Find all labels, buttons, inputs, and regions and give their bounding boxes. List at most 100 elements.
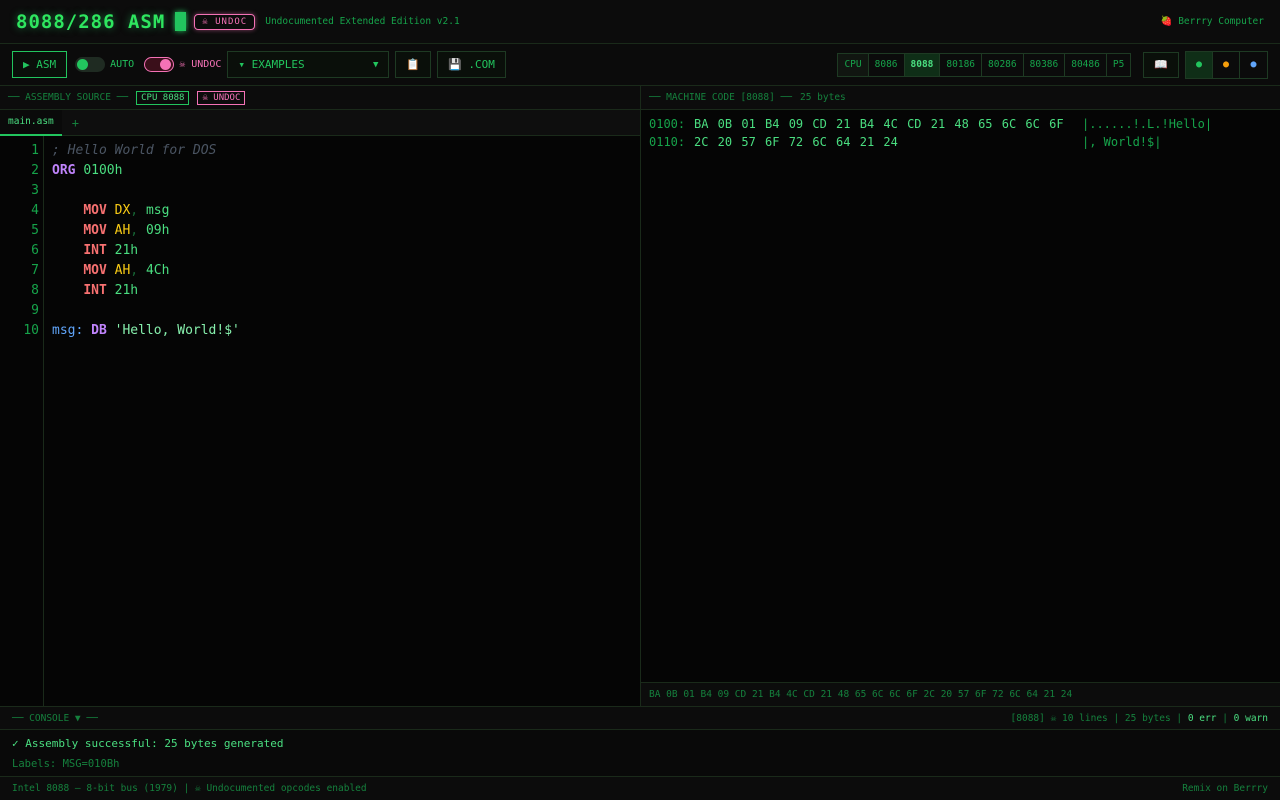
console-toggle[interactable]: ── CONSOLE ▼ ── bbox=[12, 713, 98, 724]
code-directive: ORG bbox=[52, 163, 76, 178]
source-header: ── ASSEMBLY SOURCE ── CPU 8088 ☠ UNDOC bbox=[0, 86, 640, 110]
source-pane: ── ASSEMBLY SOURCE ── CPU 8088 ☠ UNDOC m… bbox=[0, 86, 641, 706]
labels-output: Labels: MSG=010Bh bbox=[12, 758, 120, 770]
code-opcode: MOV bbox=[83, 263, 107, 278]
docs-button[interactable]: 📖 bbox=[1143, 51, 1179, 78]
cpu-option-80486[interactable]: 80486 bbox=[1065, 53, 1107, 76]
cpu-option-80286[interactable]: 80286 bbox=[982, 53, 1024, 76]
hex-ascii: |......!.L.!Hello| bbox=[1082, 117, 1213, 131]
line-number: 10 bbox=[23, 323, 39, 338]
source-header-label: ── ASSEMBLY SOURCE ── bbox=[8, 92, 129, 103]
console-output: ✓ Assembly successful: 25 bytes generate… bbox=[0, 730, 1280, 776]
undoc-badge: ☠ UNDOC bbox=[194, 13, 256, 30]
code-line: INT 21h bbox=[52, 241, 240, 261]
code-lines[interactable]: ; Hello World for DOS ORG 0100h MOV DX, … bbox=[44, 136, 240, 706]
cursor-block-icon bbox=[175, 12, 187, 31]
code-line: ORG 0100h bbox=[52, 161, 240, 181]
cpu-tag: CPU 8088 bbox=[136, 90, 190, 105]
code-comment: ; Hello World for DOS bbox=[52, 143, 217, 158]
code-opcode: INT bbox=[83, 283, 107, 298]
code-opcode: MOV bbox=[83, 223, 107, 238]
code-line: msg: DB 'Hello, World!$' bbox=[52, 321, 240, 341]
code-register: DX bbox=[114, 203, 131, 218]
code-line: ; Hello World for DOS bbox=[52, 141, 240, 161]
auto-label: AUTO bbox=[110, 59, 135, 70]
code-line: MOV AH, 09h bbox=[83, 223, 170, 238]
cpu-option-P5[interactable]: P5 bbox=[1107, 54, 1130, 76]
hex-bytes: BA 0B 01 B4 09 CD 21 B4 4C CD 21 48 65 6… bbox=[694, 117, 1064, 131]
line-number: 5 bbox=[31, 223, 39, 238]
code-register: AH bbox=[114, 223, 131, 238]
stats-text: [8088] ☠ 10 lines | 25 bytes | bbox=[1010, 712, 1183, 724]
clipboard-icon: 📋 bbox=[406, 58, 421, 71]
brand-link[interactable]: 🍓 Berrry Computer bbox=[1161, 16, 1264, 27]
theme-dot-icon[interactable]: ● bbox=[1186, 51, 1213, 78]
code-value: 21h bbox=[114, 243, 139, 258]
save-com-button[interactable]: 💾 .COM bbox=[437, 51, 506, 78]
line-gutter: 1 2 3 4 5 6 7 8 9 10 bbox=[0, 136, 44, 706]
tab-main-asm[interactable]: main.asm bbox=[0, 109, 62, 136]
hex-row: 0100: BA 0B 01 B4 09 CD 21 B4 4C CD 21 4… bbox=[649, 115, 1272, 133]
toolbar-right: CPU 8086 8088 80186 80286 80386 80486 P5 📖 ● ● ● bbox=[837, 50, 1268, 79]
code-line: MOV DX, msg bbox=[83, 203, 170, 218]
code-line: INT 21h bbox=[52, 281, 240, 301]
code-opcode: INT bbox=[83, 243, 107, 258]
chevron-down-icon: ▼ bbox=[372, 59, 379, 70]
code-value: 21h bbox=[114, 283, 139, 298]
cpu-option-8088[interactable]: 8088 bbox=[904, 53, 941, 76]
hex-ascii: |, World!$| bbox=[1082, 135, 1162, 149]
line-number: 9 bbox=[31, 303, 39, 318]
title-group: 8088/286 ASM ☠ UNDOC Undocumented Extend… bbox=[16, 11, 460, 33]
footer: Intel 8088 — 8-bit bus (1979) | ☠ Undocu… bbox=[0, 776, 1280, 800]
hex-dump: 0100: BA 0B 01 B4 09 CD 21 B4 4C CD 21 4… bbox=[641, 110, 1280, 682]
line-number: 8 bbox=[31, 283, 39, 298]
theme-dot-icon[interactable]: ● bbox=[1240, 52, 1267, 78]
auto-toggle[interactable] bbox=[75, 57, 106, 72]
code-value: 0100h bbox=[83, 163, 123, 178]
raw-bytes-line: BA 0B 01 B4 09 CD 21 B4 4C CD 21 48 65 6… bbox=[641, 682, 1280, 706]
toggle-knob bbox=[77, 59, 89, 70]
code-value: msg bbox=[145, 203, 170, 218]
book-icon: 📖 bbox=[1154, 58, 1168, 71]
examples-label: ▾ EXAMPLES bbox=[238, 58, 305, 71]
copy-button[interactable]: 📋 bbox=[395, 51, 432, 78]
undoc-label: ☠ UNDOC bbox=[179, 59, 222, 70]
cpu-label: CPU bbox=[838, 53, 869, 76]
remix-link[interactable]: Remix on Berrry bbox=[1182, 783, 1268, 794]
footer-info: Intel 8088 — 8-bit bus (1979) | ☠ Undocu… bbox=[12, 783, 367, 794]
error-count: 0 err bbox=[1187, 712, 1217, 724]
cpu-option-8086[interactable]: 8086 bbox=[869, 53, 905, 76]
line-number: 1 bbox=[31, 143, 39, 158]
cpu-option-80386[interactable]: 80386 bbox=[1024, 53, 1066, 76]
line-number: 4 bbox=[31, 203, 39, 218]
console-header: ── CONSOLE ▼ ── [8088] ☠ 10 lines | 25 b… bbox=[0, 706, 1280, 730]
machine-code-header: ── MACHINE CODE [8088] ── 25 bytes bbox=[641, 86, 1280, 110]
code-string: 'Hello, World!$' bbox=[114, 323, 240, 338]
toolbar: ▶ ASM AUTO ☠ UNDOC ▾ EXAMPLES ▼ 📋 💾 .COM… bbox=[0, 44, 1280, 86]
success-message: ✓ Assembly successful: 25 bytes generate… bbox=[12, 737, 284, 750]
add-tab-button[interactable]: + bbox=[62, 116, 89, 130]
warning-count: 0 warn bbox=[1233, 712, 1268, 724]
code-editor[interactable]: 1 2 3 4 5 6 7 8 9 10 ; Hello World for DOS ORG 01… bbox=[0, 136, 640, 706]
toggle-knob bbox=[160, 59, 172, 70]
app-title: 8088/286 ASM bbox=[16, 10, 166, 33]
code-directive: DB bbox=[91, 323, 107, 338]
line-number: 7 bbox=[31, 263, 39, 278]
examples-select[interactable]: ▾ EXAMPLES ▼ bbox=[227, 51, 390, 78]
hex-bytes: 2C 20 57 6F 72 6C 64 21 24 bbox=[694, 135, 898, 149]
hex-address: 0110: bbox=[649, 135, 686, 149]
undoc-tag: ☠ UNDOC bbox=[197, 90, 246, 105]
app-subtitle: Undocumented Extended Edition v2.1 bbox=[265, 16, 460, 27]
undoc-toggle[interactable] bbox=[144, 57, 175, 72]
code-value: 4Ch bbox=[145, 263, 170, 278]
hex-address: 0100: bbox=[649, 117, 686, 131]
line-number: 6 bbox=[31, 243, 39, 258]
cpu-option-80186[interactable]: 80186 bbox=[940, 53, 983, 76]
theme-dot-icon[interactable]: ● bbox=[1213, 51, 1240, 78]
console-stats: [8088] ☠ 10 lines | 25 bytes | 0 err | 0… bbox=[1011, 713, 1268, 724]
line-number: 2 bbox=[31, 163, 39, 178]
stats-separator: | bbox=[1222, 712, 1228, 724]
assemble-button[interactable]: ▶ ASM bbox=[12, 51, 68, 78]
line-number: 3 bbox=[31, 183, 39, 198]
